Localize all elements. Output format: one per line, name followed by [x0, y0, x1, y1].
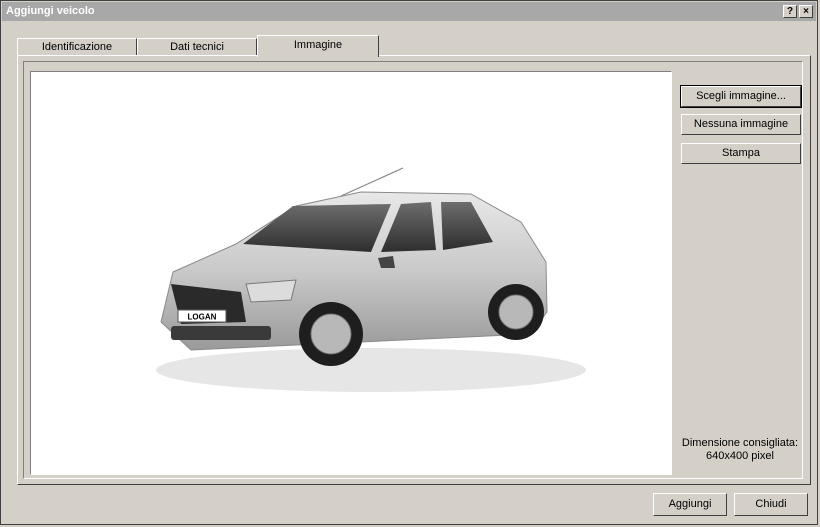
- print-button[interactable]: Stampa: [681, 143, 801, 164]
- plate-text: LOGAN: [188, 313, 217, 322]
- size-hint: Dimensione consigliata: 640x400 pixel: [680, 437, 800, 463]
- size-hint-value: 640x400 pixel: [706, 450, 774, 462]
- window-title: Aggiungi veicolo: [6, 5, 95, 17]
- help-button[interactable]: ?: [783, 5, 797, 18]
- tab-panel: LOGAN Scegli immagine... Nessuna immagin…: [17, 55, 811, 485]
- title-bar[interactable]: Aggiungi veicolo ? ×: [2, 2, 816, 21]
- choose-image-button[interactable]: Scegli immagine...: [680, 85, 802, 108]
- car-image: LOGAN: [156, 167, 586, 392]
- image-group: LOGAN Scegli immagine... Nessuna immagin…: [23, 61, 803, 479]
- dialog-window: Aggiungi veicolo ? × Identificazione Dat…: [0, 0, 818, 525]
- tab-immagine[interactable]: Immagine: [257, 35, 379, 57]
- vehicle-image-preview: LOGAN: [30, 71, 672, 475]
- close-button[interactable]: Chiudi: [734, 493, 808, 516]
- size-hint-label: Dimensione consigliata:: [681, 437, 799, 449]
- add-button[interactable]: Aggiungi: [653, 493, 727, 516]
- no-image-button[interactable]: Nessuna immagine: [681, 114, 801, 135]
- tab-dati-tecnici[interactable]: Dati tecnici: [137, 38, 257, 56]
- tab-identificazione[interactable]: Identificazione: [17, 38, 137, 56]
- close-window-button[interactable]: ×: [799, 5, 813, 18]
